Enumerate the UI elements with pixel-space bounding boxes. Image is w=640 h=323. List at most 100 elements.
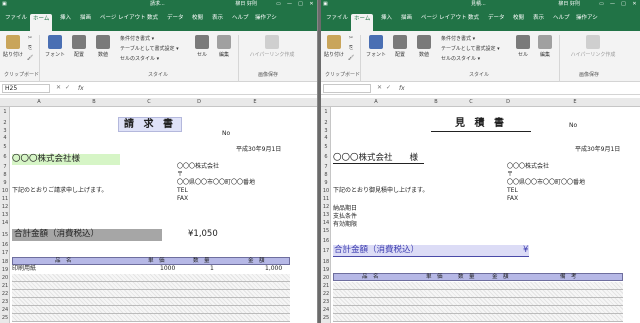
cut-icon[interactable]: ✂ xyxy=(347,35,355,41)
total-value[interactable]: ¥ xyxy=(523,245,528,255)
sender-company[interactable]: 〇〇〇株式会社 xyxy=(177,163,219,171)
sender-address[interactable]: 〇〇県〇〇市〇〇町〇〇番地 xyxy=(177,179,255,187)
row-number[interactable]: 11 xyxy=(321,196,331,202)
tab-file[interactable]: ファイル xyxy=(5,13,27,24)
paste-button[interactable]: 貼り付け xyxy=(324,35,344,58)
table-row[interactable] xyxy=(12,298,290,306)
format-as-table-button[interactable]: テーブルとして書式設定 ▾ xyxy=(441,45,500,52)
payment-terms-label[interactable]: 支払条件 xyxy=(333,213,357,221)
row-number[interactable]: 22 xyxy=(0,291,10,297)
number-button[interactable]: 数値 xyxy=(413,35,435,58)
column-header[interactable]: E xyxy=(525,98,625,107)
hyperlink-button[interactable]: ハイパーリンク作成 xyxy=(242,35,302,58)
close-button[interactable]: ✕ xyxy=(306,0,317,8)
row-number[interactable]: 12 xyxy=(321,204,331,210)
row-number[interactable]: 2 xyxy=(0,120,10,126)
font-button[interactable]: フォント xyxy=(44,35,66,58)
table-row[interactable] xyxy=(12,282,290,290)
validity-label[interactable]: 有効期限 xyxy=(333,221,357,229)
row-number[interactable]: 20 xyxy=(321,275,331,281)
row-number[interactable]: 8 xyxy=(321,172,331,178)
table-row[interactable] xyxy=(12,290,290,298)
column-header[interactable]: D xyxy=(491,98,525,107)
name-box[interactable]: H25 xyxy=(2,84,50,93)
doc-title[interactable]: 見 積 書 xyxy=(431,117,531,132)
row-number[interactable]: 17 xyxy=(321,248,331,254)
fx-icon[interactable]: fx xyxy=(399,85,405,92)
no-label[interactable]: No xyxy=(222,130,230,138)
header-amount[interactable]: 金 額 xyxy=(492,274,509,281)
header-qty[interactable]: 数 量 xyxy=(193,258,210,265)
row-number[interactable]: 15 xyxy=(321,228,331,234)
paste-button[interactable]: 貼り付け xyxy=(3,35,23,58)
date-cell[interactable]: 平成30年9月1日 xyxy=(575,146,620,154)
row-number[interactable]: 15 xyxy=(0,232,10,238)
row-number[interactable]: 9 xyxy=(0,180,10,186)
table-row[interactable] xyxy=(333,306,623,314)
row-number[interactable]: 14 xyxy=(321,220,331,226)
row-number[interactable]: 18 xyxy=(0,259,10,265)
tab-review[interactable]: 校閲 xyxy=(513,13,524,24)
row-number[interactable]: 8 xyxy=(0,172,10,178)
row-number[interactable]: 21 xyxy=(321,283,331,289)
format-painter-icon[interactable]: 🖌 xyxy=(347,55,355,61)
cells-button[interactable]: セル xyxy=(513,35,533,58)
row-number[interactable]: 23 xyxy=(321,299,331,305)
row-number[interactable]: 3 xyxy=(0,128,10,134)
sender-postal[interactable]: 〒 xyxy=(507,171,513,179)
cell-styles-button[interactable]: セルのスタイル ▾ xyxy=(441,55,480,62)
row-number[interactable]: 14 xyxy=(0,220,10,226)
tab-data[interactable]: データ xyxy=(488,13,505,24)
header-price[interactable]: 単 価 xyxy=(426,274,443,281)
tab-insert[interactable]: 挿入 xyxy=(381,13,392,24)
row-number[interactable]: 9 xyxy=(321,180,331,186)
row-number[interactable]: 23 xyxy=(0,299,10,305)
editing-button[interactable]: 編集 xyxy=(535,35,555,58)
row-qty[interactable]: 1 xyxy=(210,265,214,273)
row-number[interactable]: 19 xyxy=(321,267,331,273)
copy-icon[interactable]: ⎘ xyxy=(26,45,34,51)
row-number[interactable]: 12 xyxy=(0,204,10,210)
alignment-button[interactable]: 配置 xyxy=(68,35,90,58)
row-number[interactable]: 11 xyxy=(0,196,10,202)
tab-view[interactable]: 表示 xyxy=(533,13,544,24)
delivery-date-label[interactable]: 納品期日 xyxy=(333,205,357,213)
row-number[interactable]: 7 xyxy=(0,164,10,170)
row-number[interactable]: 5 xyxy=(0,144,10,150)
row-price[interactable]: 1000 xyxy=(160,265,175,273)
maximize-button[interactable]: □ xyxy=(295,0,306,8)
row-number[interactable]: 10 xyxy=(321,188,331,194)
date-cell[interactable]: 平成30年9月1日 xyxy=(236,146,281,154)
tab-page-layout[interactable]: ページ レイアウト xyxy=(100,13,146,24)
save-icon[interactable]: ▣ xyxy=(323,0,328,8)
tel-label[interactable]: TEL xyxy=(507,187,518,195)
row-number[interactable]: 25 xyxy=(0,315,10,321)
table-row[interactable] xyxy=(333,290,623,298)
row-number[interactable]: 18 xyxy=(321,259,331,265)
worksheet-grid[interactable]: 見 積 書 No 平成30年9月1日 〇〇〇株式会社 様 〇〇〇株式会社 〒 〇… xyxy=(331,107,640,323)
column-header[interactable]: B xyxy=(421,98,451,107)
column-header[interactable]: B xyxy=(68,98,120,107)
number-button[interactable]: 数値 xyxy=(92,35,114,58)
row-number[interactable]: 13 xyxy=(321,212,331,218)
row-number[interactable]: 24 xyxy=(321,307,331,313)
invoice-message[interactable]: 下記のとおりご請求申し上げます。 xyxy=(12,187,107,195)
row-number[interactable]: 7 xyxy=(321,164,331,170)
minimize-button[interactable]: — xyxy=(284,0,295,8)
column-header[interactable]: E xyxy=(220,98,290,107)
header-item[interactable]: 品 名 xyxy=(362,274,379,281)
quote-message[interactable]: 下記のとおり御見積申し上げます。 xyxy=(333,187,428,195)
row-amount[interactable]: 1,000 xyxy=(265,265,282,273)
sender-address[interactable]: 〇〇県〇〇市〇〇町〇〇番地 xyxy=(507,179,585,187)
editing-button[interactable]: 編集 xyxy=(214,35,234,58)
customer-name[interactable]: 〇〇〇株式会社 様 xyxy=(333,153,425,165)
row-number[interactable]: 20 xyxy=(0,275,10,281)
header-price[interactable]: 単 価 xyxy=(148,258,165,265)
row-number[interactable]: 13 xyxy=(0,212,10,218)
row-number[interactable]: 16 xyxy=(0,242,10,248)
tab-tell-me[interactable]: 操作アシ xyxy=(576,13,598,24)
row-number[interactable]: 21 xyxy=(0,283,10,289)
row-number[interactable]: 3 xyxy=(321,128,331,134)
tab-tell-me[interactable]: 操作アシ xyxy=(255,13,277,24)
total-label[interactable]: 合計金額（消費税込） xyxy=(334,245,419,255)
